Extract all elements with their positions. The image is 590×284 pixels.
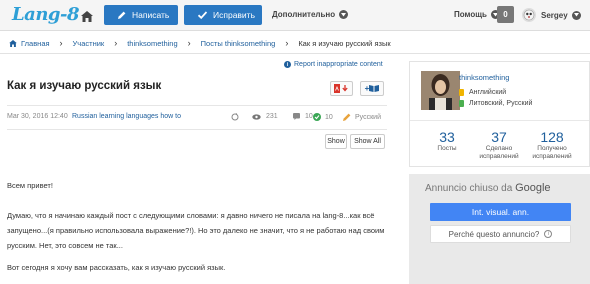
stat-posts-label: Посты [437, 145, 457, 152]
post-language: Русский [355, 113, 381, 121]
post-paragraph: Всем привет! [7, 181, 53, 190]
pdf-download-button[interactable] [330, 81, 353, 96]
correct-button-label: Исправить [213, 10, 256, 20]
stat-corrections-received[interactable]: 128 Получено исправлений [528, 129, 576, 161]
stat-corrections-received-value: 128 [540, 129, 564, 145]
ad-title-text: Annuncio chiuso da [425, 183, 513, 194]
home-icon[interactable] [78, 7, 96, 25]
more-menu-label: Дополнительно [272, 10, 336, 19]
breadcrumb-user[interactable]: thinksomething [127, 39, 177, 48]
info-icon: i [284, 61, 291, 68]
help-menu-label: Помощь [454, 10, 487, 19]
learning-languages: Литовский, Русский [459, 100, 532, 107]
chevron-down-icon [339, 10, 349, 19]
refresh-icon [231, 113, 239, 121]
stat-corrections-made[interactable]: 37 Сделано исправлений [476, 129, 522, 161]
views-count: 231 [266, 113, 278, 120]
corrections-stat: 10 [313, 113, 333, 121]
why-this-ad-label: Perché questo annuncio? [448, 229, 540, 239]
info-icon: i [544, 230, 553, 238]
comments-stat: 10 [293, 113, 313, 120]
chevron-right-icon: › [114, 38, 118, 48]
write-button-label: Написать [132, 10, 170, 20]
divider [7, 129, 387, 130]
stat-corrections-made-label: исправлений [479, 153, 519, 160]
views-stat: 231 [252, 113, 278, 120]
post-title: Как я изучаю русский язык [7, 80, 162, 92]
native-language-label: Английский [469, 89, 507, 96]
native-language-marker [459, 89, 464, 96]
breadcrumb-member[interactable]: Участник [73, 39, 105, 48]
site-logo[interactable]: Lang-8 [12, 3, 80, 27]
eye-icon [252, 113, 261, 120]
correct-button[interactable]: Исправить [184, 5, 262, 25]
pdf-icon [334, 84, 348, 93]
add-bookmark-button[interactable]: + [360, 81, 384, 96]
comment-icon [293, 113, 300, 120]
why-this-ad-button[interactable]: Perché questo annuncio? i [430, 225, 571, 243]
stat-corrections-made-value: 37 [491, 129, 507, 145]
profile-card: thinksomething Английский Литовский, Рус… [409, 61, 590, 167]
breadcrumb-current: Как я изучаю русский язык [298, 38, 391, 48]
check-circle-icon [313, 113, 321, 121]
stat-corrections-made-label: Сделано [485, 145, 513, 152]
stat-posts-value: 33 [439, 129, 455, 145]
chevron-right-icon: › [285, 38, 289, 48]
report-link-label: Report inappropriate content [294, 61, 383, 68]
ad-settings-button[interactable]: Int. visual. ann. [430, 203, 571, 221]
comments-count: 10 [305, 113, 313, 120]
show-all-button[interactable]: Show All [350, 134, 385, 149]
user-menu[interactable]: Sergey [522, 5, 581, 25]
pencil-icon [118, 11, 126, 19]
post-paragraph: Вот сегодня я хочу вам рассказать, как я… [7, 263, 226, 272]
divider [410, 120, 589, 121]
checkmark-icon [198, 11, 207, 19]
profile-photo[interactable] [421, 71, 460, 110]
top-navbar: Lang-8 Написать Исправить Дополнительно … [0, 0, 590, 31]
write-button[interactable]: Написать [104, 5, 178, 25]
chevron-right-icon: › [187, 38, 191, 48]
stat-corrections-received-label: исправлений [532, 153, 572, 160]
breadcrumb: Главная › Участник › thinksomething › По… [9, 36, 391, 50]
username: Sergey [541, 10, 568, 20]
pencil-icon [343, 113, 351, 121]
post-tags[interactable]: Russian learning languages how to [72, 113, 181, 120]
learning-languages-label: Литовский, Русский [469, 100, 533, 107]
book-icon [369, 85, 380, 92]
breadcrumb-home[interactable]: Главная [21, 39, 50, 48]
profile-username[interactable]: thinksomething [459, 73, 509, 82]
stat-corrections-received-label: Получено [537, 145, 567, 152]
divider [0, 53, 590, 54]
native-language: Английский [459, 89, 506, 96]
stat-posts[interactable]: 33 Посты [432, 129, 462, 153]
post-date: Mar 30, 2016 12:40 [7, 113, 68, 120]
breadcrumb-user-posts[interactable]: Посты thinksomething [201, 39, 276, 48]
ad-title: Annuncio chiuso da Google [425, 182, 551, 194]
google-logo-text: Google [515, 182, 551, 194]
language-stat: Русский [343, 113, 381, 121]
chevron-down-icon [571, 10, 581, 20]
ad-closed-panel: Annuncio chiuso da Google Int. visual. a… [409, 174, 590, 284]
report-link[interactable]: i Report inappropriate content [284, 61, 383, 68]
divider [7, 105, 387, 106]
notifications-badge[interactable]: 0 [497, 6, 514, 23]
learning-language-marker [459, 100, 464, 107]
avatar [522, 8, 536, 22]
more-menu[interactable]: Дополнительно [272, 10, 349, 19]
corrections-count: 10 [325, 113, 333, 121]
home-icon [9, 39, 17, 47]
chevron-right-icon: › [59, 38, 63, 48]
post-meta: Mar 30, 2016 12:40 Russian learning lang… [7, 113, 387, 125]
help-menu[interactable]: Помощь [454, 10, 500, 19]
show-button[interactable]: Show [325, 134, 347, 149]
post-paragraph: Думаю, что я начинаю каждый пост с следу… [7, 211, 385, 250]
